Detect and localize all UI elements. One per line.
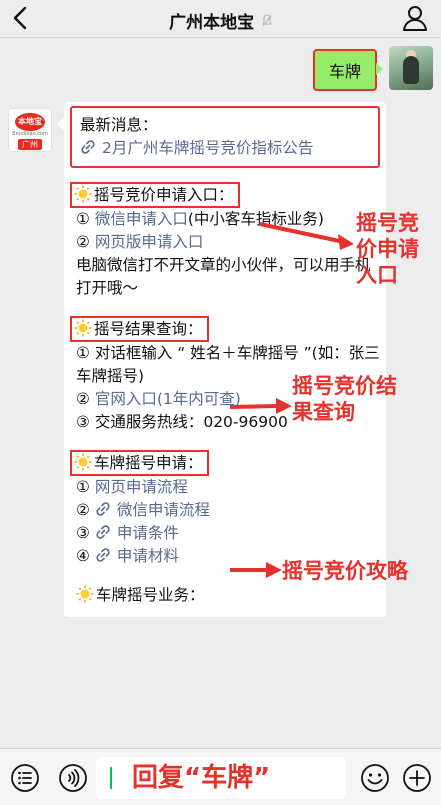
incoming-message-bubble[interactable]: 最新消息： 2月广州车牌摇号竞价指标公告 摇号竞价申请入口： ① 微信申请入口(… (57, 102, 386, 617)
annotation-arrow-1 (259, 222, 354, 250)
section-heading: 车牌摇号业务： (76, 585, 205, 604)
menu-list-button[interactable] (10, 763, 40, 793)
sun-icon (76, 585, 94, 603)
latest-news-box: 最新消息： 2月广州车牌摇号竞价指标公告 (70, 106, 380, 168)
section-heading: 摇号结果查询： (70, 316, 209, 342)
section-title: 摇号结果查询： (94, 320, 203, 338)
web-apply-link[interactable]: 网页版申请入口 (95, 233, 204, 251)
item-number: ② (76, 501, 95, 519)
list-item: ① 网页申请流程 (76, 476, 380, 499)
item-number: ② (76, 233, 95, 251)
voice-button[interactable] (58, 763, 88, 793)
list-item: ③ 申请条件 (76, 522, 380, 545)
news-link-text: 2月广州车牌摇号竞价指标公告 (102, 139, 314, 157)
message-input[interactable]: 回复“车牌” (96, 757, 346, 799)
sun-icon (74, 453, 92, 471)
link-icon (96, 525, 110, 539)
wechat-apply-link[interactable]: 微信申请入口 (95, 210, 188, 228)
annotation-result-query: 摇号竞价结果查询 (292, 374, 397, 424)
plus-button[interactable] (402, 763, 432, 793)
section-title: 车牌摇号业务： (96, 586, 205, 604)
section-heading: 车牌摇号申请： (70, 450, 209, 476)
bottom-input-bar: 回复“车牌” (0, 748, 441, 805)
logo-subtext: Bendibao.com (12, 131, 48, 137)
logo-city: 广州 (18, 139, 42, 150)
item-number: ④ (76, 547, 95, 565)
news-heading: 最新消息： (80, 116, 158, 134)
item-number: ③ (76, 524, 95, 542)
item-number: ① (76, 478, 95, 496)
sun-icon (74, 185, 92, 203)
news-link[interactable]: 2月广州车牌摇号竞价指标公告 (80, 137, 370, 160)
sun-icon (74, 319, 92, 337)
wechat-process-link[interactable]: 微信申请流程 (117, 501, 210, 519)
section-title: 车牌摇号申请： (94, 454, 203, 472)
item-number: ① (76, 344, 95, 362)
item-number: ① (76, 210, 95, 228)
annotation-apply-entry: 摇号竞价申请入口 (356, 211, 419, 287)
person-icon (403, 6, 427, 31)
list-item: 电脑微信打不开文章的小伙伴，可以用手机打开哦～ (76, 256, 371, 297)
chat-title: 广州本地宝 (169, 13, 255, 33)
materials-link[interactable]: 申请材料 (117, 547, 179, 565)
item-number: ② (76, 390, 95, 408)
conditions-link[interactable]: 申请条件 (117, 524, 179, 542)
section-lottery-apply: 车牌摇号申请： ① 网页申请流程 ② 微信申请流程 ③ 申请条件 ④ 申请材料 (70, 450, 380, 568)
sender-avatar[interactable]: 本地宝 Bendibao.com 广州 (8, 108, 52, 152)
official-site-link[interactable]: 官网入口(1年内可查) (95, 390, 241, 408)
profile-button[interactable] (401, 4, 429, 32)
emoji-button[interactable] (360, 763, 390, 793)
section-lottery-business: 车牌摇号业务： (76, 584, 380, 607)
list-item: ② 微信申请流程 (76, 499, 380, 522)
section-title: 摇号竞价申请入口： (94, 186, 234, 204)
annotation-arrow-3 (230, 562, 282, 578)
web-process-link[interactable]: 网页申请流程 (95, 478, 188, 496)
item-number: ③ (76, 413, 95, 431)
text-cursor (110, 767, 112, 789)
page-title: 广州本地宝 (0, 8, 441, 33)
logo-mark: 本地宝 (15, 113, 45, 131)
annotation-strategy: 摇号竞价攻略 (282, 559, 408, 583)
input-text: 回复“车牌” (132, 763, 271, 793)
annotation-arrow-2 (229, 398, 292, 414)
outgoing-bubble[interactable]: 车牌 (312, 49, 384, 91)
link-icon (81, 140, 95, 154)
link-icon (96, 548, 110, 562)
my-avatar[interactable] (389, 46, 433, 90)
top-navbar: 广州本地宝 (0, 0, 441, 38)
link-icon (96, 502, 110, 516)
mute-icon (258, 14, 272, 31)
chat-area[interactable]: 车牌 本地宝 Bendibao.com 广州 最新消息： 2月广州车牌摇号竞价指… (0, 38, 441, 748)
section-heading: 摇号竞价申请入口： (70, 182, 240, 208)
